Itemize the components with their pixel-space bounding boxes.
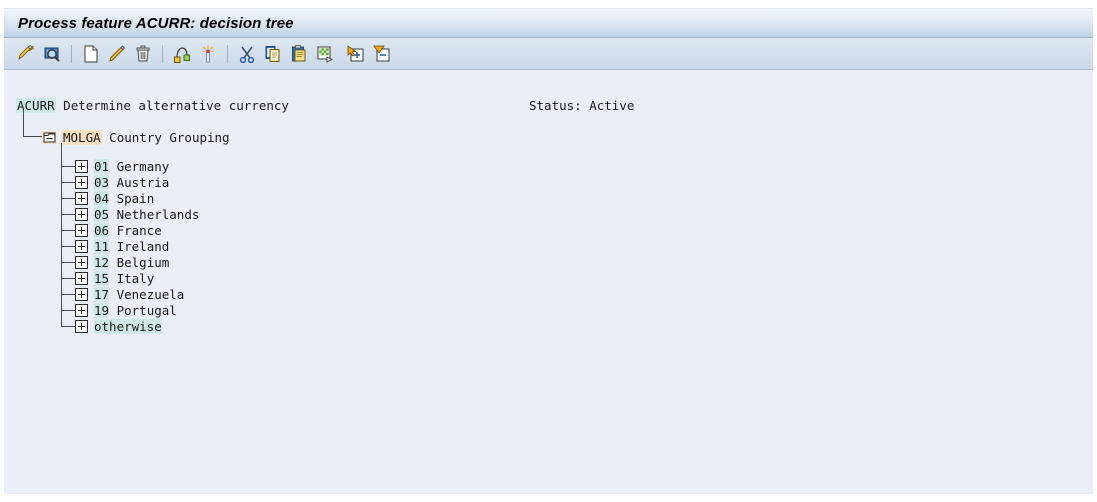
tree-child-node[interactable]: 12 Belgium xyxy=(61,254,199,270)
tree-root-node[interactable]: ACURR Determine alternative currency xyxy=(16,98,289,113)
tree-connector-stub xyxy=(61,165,75,167)
toolbar-separator xyxy=(71,44,72,63)
tree-child-node[interactable]: 17 Venezuela xyxy=(61,286,199,302)
tree-child-code: 15 xyxy=(94,270,110,286)
tree-child-code: 12 xyxy=(94,254,110,270)
node-link-icon[interactable] xyxy=(169,41,195,67)
tree-child-node[interactable]: 01 Germany xyxy=(61,158,199,174)
expand-plus-icon[interactable] xyxy=(75,207,88,221)
tree-child-code: 03 xyxy=(94,174,110,190)
tree-child-text: Portugal xyxy=(116,302,177,318)
tree-child-text: Venezuela xyxy=(116,286,185,302)
expand-plus-icon[interactable] xyxy=(75,319,88,333)
tree-child-code: 11 xyxy=(94,238,110,254)
tree-child-label: 15 Italy xyxy=(94,270,155,286)
tree-children-list: 01 Germany 03 Austria 04 Spain 05 Netherlan… xyxy=(61,158,199,334)
tree-child-node[interactable]: 05 Netherlands xyxy=(61,206,199,222)
tree-root-code: ACURR xyxy=(16,98,56,113)
toolbar-separator xyxy=(227,44,228,63)
tree-child-code: 01 xyxy=(94,158,110,174)
folder-open-icon[interactable] xyxy=(42,131,57,144)
tree-child-label: 03 Austria xyxy=(94,174,170,190)
tree-child-code: 04 xyxy=(94,190,110,206)
tree-child-code: 19 xyxy=(94,302,110,318)
expand-plus-icon[interactable] xyxy=(75,303,88,317)
tree-child-label: otherwise xyxy=(94,318,162,334)
tree-child-label: 17 Venezuela xyxy=(94,286,185,302)
tree-node-molga-code: MOLGA xyxy=(62,130,102,145)
tree-child-label: 06 France xyxy=(94,222,162,238)
expand-plus-icon[interactable] xyxy=(75,239,88,253)
tree-connector-vertical xyxy=(23,110,24,136)
tree-node-molga-description: Country Grouping xyxy=(109,130,230,145)
tree-connector-stub xyxy=(61,213,75,215)
tree-root-spacer xyxy=(56,98,64,113)
status-text: Status: Active xyxy=(529,98,635,113)
expand-plus-icon[interactable] xyxy=(75,287,88,301)
document-export-icon[interactable] xyxy=(312,41,338,67)
tree-child-text: Spain xyxy=(116,190,155,206)
display-attributes-icon[interactable] xyxy=(39,41,65,67)
tree-child-text: Italy xyxy=(116,270,155,286)
paste-clipboard-icon[interactable] xyxy=(286,41,312,67)
tree-child-code: 06 xyxy=(94,222,110,238)
decision-tree-panel: ACURR Determine alternative currency Sta… xyxy=(4,70,1093,494)
cut-scissors-icon[interactable] xyxy=(234,41,260,67)
tree-connector-stub xyxy=(61,309,75,311)
tree-child-node[interactable]: 06 France xyxy=(61,222,199,238)
tree-child-node[interactable]: otherwise xyxy=(61,318,199,334)
tree-root-description: Determine alternative currency xyxy=(63,98,289,113)
tree-connector-horizontal xyxy=(23,136,42,137)
collapse-all-icon[interactable] xyxy=(369,41,395,67)
window-title-bar: Process feature ACURR: decision tree xyxy=(4,8,1093,38)
tree-node-molga-spacer xyxy=(102,130,110,145)
highlight-wand-icon[interactable] xyxy=(195,41,221,67)
tree-connector-stub xyxy=(61,261,75,263)
tree-child-label: 01 Germany xyxy=(94,158,170,174)
tree-child-node[interactable]: 03 Austria xyxy=(61,174,199,190)
expand-plus-icon[interactable] xyxy=(75,175,88,189)
expand-plus-icon[interactable] xyxy=(75,255,88,269)
tree-child-label: 05 Netherlands xyxy=(94,206,200,222)
tree-child-text: Germany xyxy=(116,158,170,174)
tree-child-node[interactable]: 15 Italy xyxy=(61,270,199,286)
tree-child-text: Netherlands xyxy=(116,206,200,222)
expand-plus-icon[interactable] xyxy=(75,159,88,173)
expand-plus-icon[interactable] xyxy=(75,191,88,205)
edit-attributes-icon[interactable] xyxy=(13,41,39,67)
tree-child-label: 19 Portugal xyxy=(94,302,177,318)
tree-connector-stub xyxy=(61,181,75,183)
tree-child-code: 17 xyxy=(94,286,110,302)
tree-node-molga[interactable]: MOLGA Country Grouping xyxy=(42,130,230,145)
tree-connector-stub xyxy=(61,277,75,279)
expand-plus-icon[interactable] xyxy=(75,271,88,285)
page-title: Process feature ACURR: decision tree xyxy=(18,14,294,32)
tree-connector-stub xyxy=(61,197,75,199)
tree-connector-stub xyxy=(61,293,75,295)
tree-child-label: 11 Ireland xyxy=(94,238,170,254)
tree-child-code: otherwise xyxy=(94,318,162,334)
sap-window: Process feature ACURR: decision tree ACU… xyxy=(0,0,1097,502)
create-document-icon[interactable] xyxy=(78,41,104,67)
tree-child-label: 04 Spain xyxy=(94,190,155,206)
tree-child-label: 12 Belgium xyxy=(94,254,170,270)
tree-connector-stub xyxy=(61,245,75,247)
tree-child-text: Ireland xyxy=(116,238,170,254)
tree-connector-stub xyxy=(61,325,75,327)
tree-connector-stub xyxy=(61,229,75,231)
toolbar-separator xyxy=(162,44,163,63)
tree-child-node[interactable]: 11 Ireland xyxy=(61,238,199,254)
tree-child-node[interactable]: 19 Portugal xyxy=(61,302,199,318)
copy-icon[interactable] xyxy=(260,41,286,67)
tree-child-text: Austria xyxy=(116,174,170,190)
application-toolbar: www.tutorialkart.com xyxy=(4,38,1093,114)
tree-child-text: France xyxy=(116,222,162,238)
tree-child-node[interactable]: 04 Spain xyxy=(61,190,199,206)
expand-all-icon[interactable] xyxy=(343,41,369,67)
delete-trash-icon[interactable] xyxy=(130,41,156,67)
edit-pencil-icon[interactable] xyxy=(104,41,130,67)
tree-child-code: 05 xyxy=(94,206,110,222)
tree-child-text: Belgium xyxy=(116,254,170,270)
expand-plus-icon[interactable] xyxy=(75,223,88,237)
